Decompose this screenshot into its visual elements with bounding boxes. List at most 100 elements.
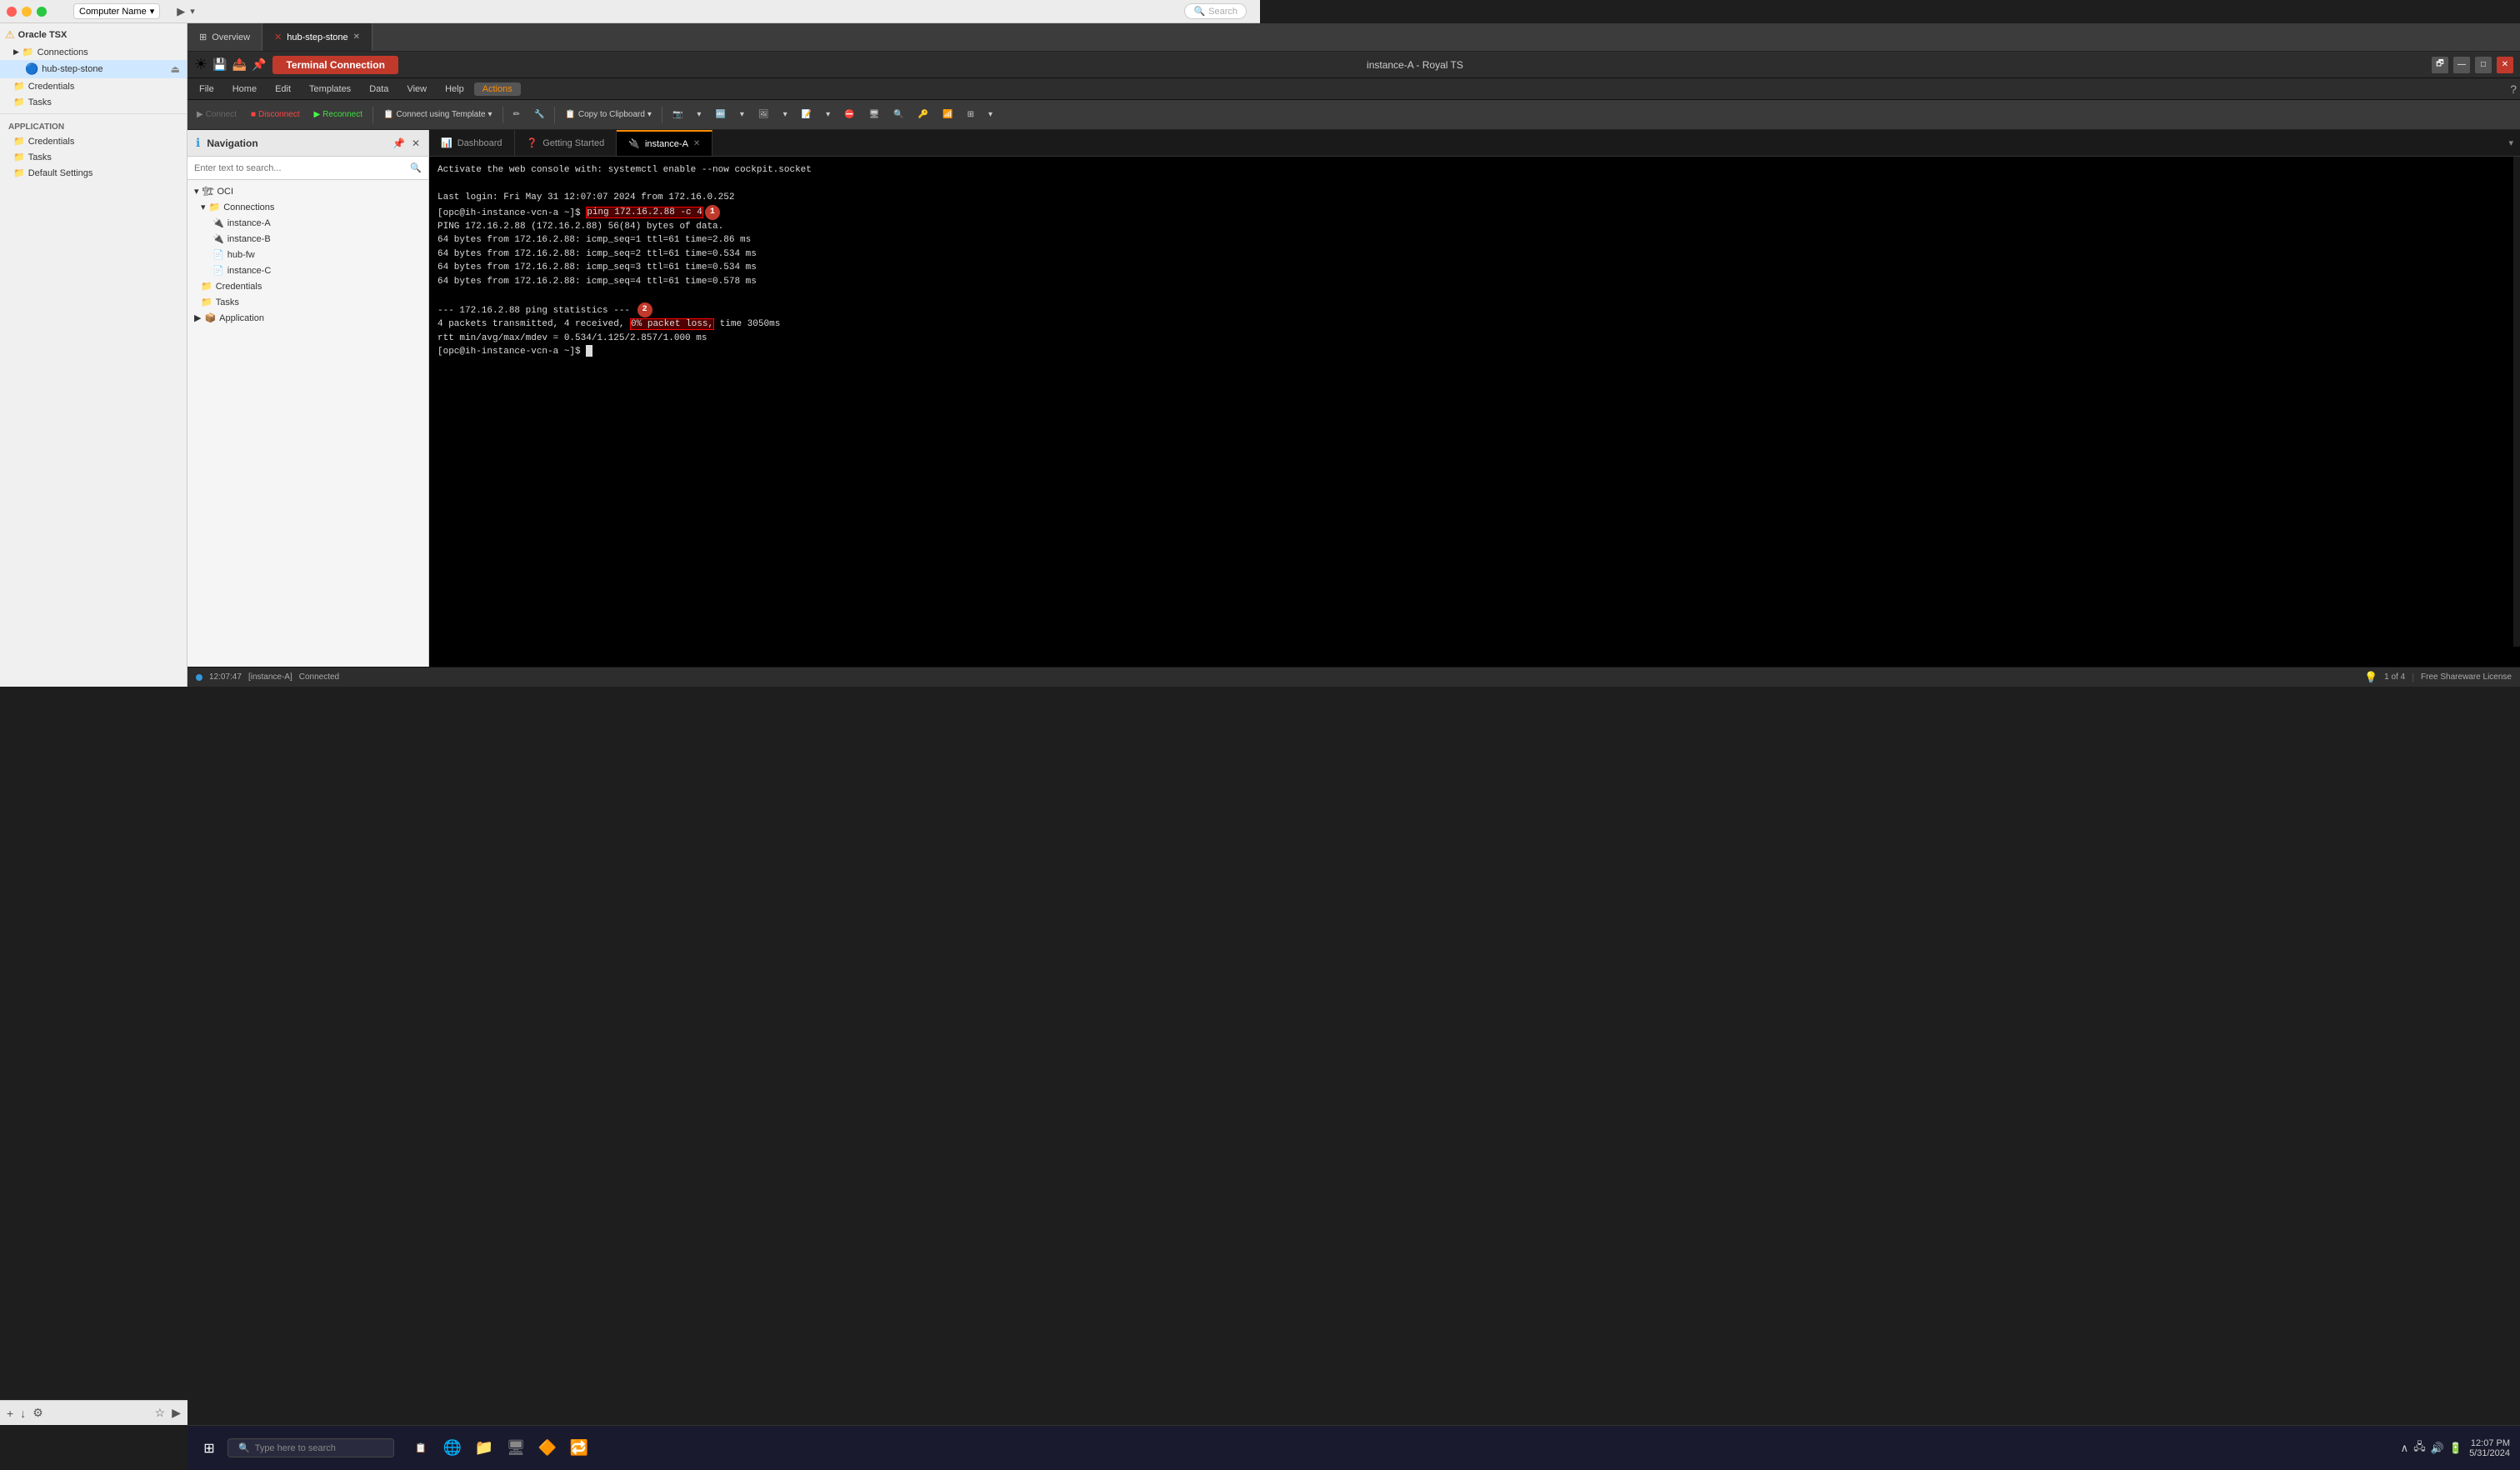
sidebar-connections[interactable]: ▶ 📁 Connections	[0, 44, 187, 60]
terminal-scrollbar[interactable]	[2513, 157, 2520, 647]
terminal-line-9: 64 bytes from 172.16.2.88: icmp_seq=4 tt…	[438, 275, 2512, 289]
menu-edit[interactable]: Edit	[267, 82, 299, 96]
taskbar-icon-files[interactable]: 📁	[471, 1435, 498, 1462]
tree-hub-fw[interactable]: 📄 hub-fw	[188, 247, 428, 262]
nav-search-input[interactable]	[194, 163, 407, 173]
sidebar-app-credentials[interactable]: 📁 Credentials	[0, 133, 187, 149]
terminal-line-11: --- 172.16.2.88 ping statistics --- 2	[438, 302, 2512, 318]
tray-volume-icon[interactable]: 🔊	[2431, 1442, 2444, 1455]
instance-b-icon: 🔌	[212, 233, 224, 244]
term-tab-getting-started[interactable]: ❓ Getting Started	[515, 130, 618, 156]
nav-close-button[interactable]: ✕	[412, 138, 420, 149]
more-button[interactable]: ▾	[982, 108, 998, 122]
taskbar-icon-clips[interactable]: 📋	[408, 1435, 434, 1462]
toolbar-icon-3[interactable]: 🔤	[709, 108, 731, 122]
term-tab-instance-a[interactable]: 🔌 instance-A ✕	[617, 130, 712, 156]
screen-button[interactable]: 🖥	[863, 108, 886, 122]
tree-tasks[interactable]: 📁 Tasks	[188, 294, 428, 310]
toolbar-icon-8[interactable]: ▾	[820, 108, 836, 122]
sidebar-star-button[interactable]: ☆	[155, 1406, 166, 1420]
wifi-button[interactable]: 📶	[937, 108, 958, 122]
close-win-button[interactable]: ✕	[2497, 57, 2513, 73]
tree-instance-a[interactable]: 🔌 instance-A	[188, 215, 428, 231]
sidebar-settings-button[interactable]: ⚙	[32, 1406, 43, 1420]
connect-template-button[interactable]: 📋 Connect using Template ▾	[378, 108, 498, 122]
tree-instance-b[interactable]: 🔌 instance-B	[188, 231, 428, 247]
taskbar-icon-terminal[interactable]: 🖥	[502, 1435, 529, 1462]
menu-file[interactable]: File	[191, 82, 222, 96]
sidebar-hub-step-stone[interactable]: 🔵 hub-step-stone ⏏	[0, 60, 187, 78]
mac-maximize-button[interactable]	[37, 7, 47, 17]
tree-application[interactable]: ▶ 📦 Application	[188, 310, 428, 326]
save-icon[interactable]: 💾	[212, 58, 227, 72]
menu-actions[interactable]: Actions	[474, 82, 521, 96]
tree-oci[interactable]: ▾ 🏗 OCI	[188, 183, 428, 199]
tool-button[interactable]: 🔧	[528, 108, 550, 122]
instance-a-tab-close-icon[interactable]: ✕	[693, 139, 700, 148]
stop-button[interactable]: ⛔	[838, 108, 860, 122]
pencil-button[interactable]: ✏	[508, 108, 526, 122]
menu-view[interactable]: View	[398, 82, 435, 96]
term-tab-dashboard[interactable]: 📊 Dashboard	[429, 130, 515, 156]
connect-button[interactable]: ▶ Connect	[191, 108, 242, 122]
minimize-win-button[interactable]: —	[2453, 57, 2470, 73]
tab-close-icon[interactable]: ✕	[353, 32, 360, 42]
tree-credentials[interactable]: 📁 Credentials	[188, 278, 428, 294]
mac-minimize-button[interactable]	[22, 7, 32, 17]
sidebar-down-button[interactable]: ↓	[20, 1407, 26, 1420]
tray-network-icon[interactable]: 🖧	[2413, 1439, 2426, 1458]
overview-tab-icon: ⊞	[199, 32, 207, 42]
export-icon[interactable]: 📤	[232, 58, 247, 72]
taskbar-icon-sync[interactable]: 🔁	[566, 1435, 592, 1462]
expand-button[interactable]: ▾	[190, 5, 195, 18]
disconnect-button[interactable]: ■ Disconnect	[245, 108, 306, 122]
toolbar-icon-2[interactable]: ▾	[691, 108, 707, 122]
start-button[interactable]: ⊞	[194, 1433, 224, 1463]
menu-templates[interactable]: Templates	[301, 82, 359, 96]
key-button[interactable]: 🔑	[912, 108, 934, 122]
sidebar-oracle-tsx[interactable]: ⚠ Oracle TSX	[0, 23, 187, 44]
pin-icon[interactable]: 📌	[252, 58, 266, 72]
connections-tree-label: Connections	[223, 202, 274, 212]
reconnect-button[interactable]: ▶ Reconnect	[308, 108, 368, 122]
toolbar-icon-5[interactable]: 🖼	[752, 108, 775, 122]
sidebar-play-button[interactable]: ▶	[172, 1406, 181, 1420]
toolbar-icon-4[interactable]: ▾	[734, 108, 750, 122]
tray-up-icon[interactable]: ∧	[2401, 1442, 2409, 1455]
mac-search-bar[interactable]: 🔍 Search	[1184, 3, 1247, 19]
play-button[interactable]: ▶	[177, 5, 185, 18]
sidebar-eject-icon[interactable]: ⏏	[171, 63, 180, 75]
taskbar-icon-orange[interactable]: 🔶	[534, 1435, 561, 1462]
copy-clipboard-button[interactable]: 📋 Copy to Clipboard ▾	[559, 108, 658, 122]
mac-close-button[interactable]	[7, 7, 17, 17]
app-tasks-icon: 📁	[13, 152, 25, 162]
tab-overview[interactable]: ⊞ Overview	[188, 23, 262, 51]
menu-help-icon[interactable]: ?	[2510, 82, 2517, 96]
tray-battery-icon[interactable]: 🔋	[2449, 1442, 2462, 1455]
taskbar-search[interactable]: 🔍 Type here to search	[228, 1438, 394, 1458]
sidebar-credentials[interactable]: 📁 Credentials	[0, 78, 187, 94]
search-toolbar-button[interactable]: 🔍	[888, 108, 909, 122]
menu-home[interactable]: Home	[224, 82, 265, 96]
term-tabs-expand[interactable]: ▾	[2508, 130, 2520, 156]
grid-button[interactable]: ⊞	[962, 108, 980, 122]
tab-hub-step-stone[interactable]: ✕ hub-step-stone ✕	[262, 23, 372, 51]
sidebar-tasks[interactable]: 📁 Tasks	[0, 94, 187, 110]
taskbar-icon-browser[interactable]: 🌐	[439, 1435, 466, 1462]
toolbar-icon-6[interactable]: ▾	[778, 108, 793, 122]
menu-data[interactable]: Data	[361, 82, 397, 96]
sidebar-add-button[interactable]: +	[7, 1407, 13, 1420]
toolbar-icon-1[interactable]: 📷	[667, 108, 688, 122]
computer-name-dropdown[interactable]: Computer Name ▾	[73, 3, 160, 19]
maximize-win-button[interactable]: □	[2475, 57, 2492, 73]
nav-search-bar[interactable]: 🔍	[188, 157, 428, 180]
instance-a-icon: 🔌	[212, 218, 224, 228]
sidebar-default-settings[interactable]: 📁 Default Settings	[0, 165, 187, 181]
nav-pin-button[interactable]: 📌	[392, 138, 405, 149]
tree-instance-c[interactable]: 📄 instance-C	[188, 262, 428, 278]
toolbar-icon-7[interactable]: 📝	[796, 108, 818, 122]
sidebar-app-tasks[interactable]: 📁 Tasks	[0, 149, 187, 165]
tree-connections[interactable]: ▾ 📁 Connections	[188, 199, 428, 215]
menu-help[interactable]: Help	[437, 82, 472, 96]
restore-button[interactable]: 🗗	[2432, 57, 2448, 73]
